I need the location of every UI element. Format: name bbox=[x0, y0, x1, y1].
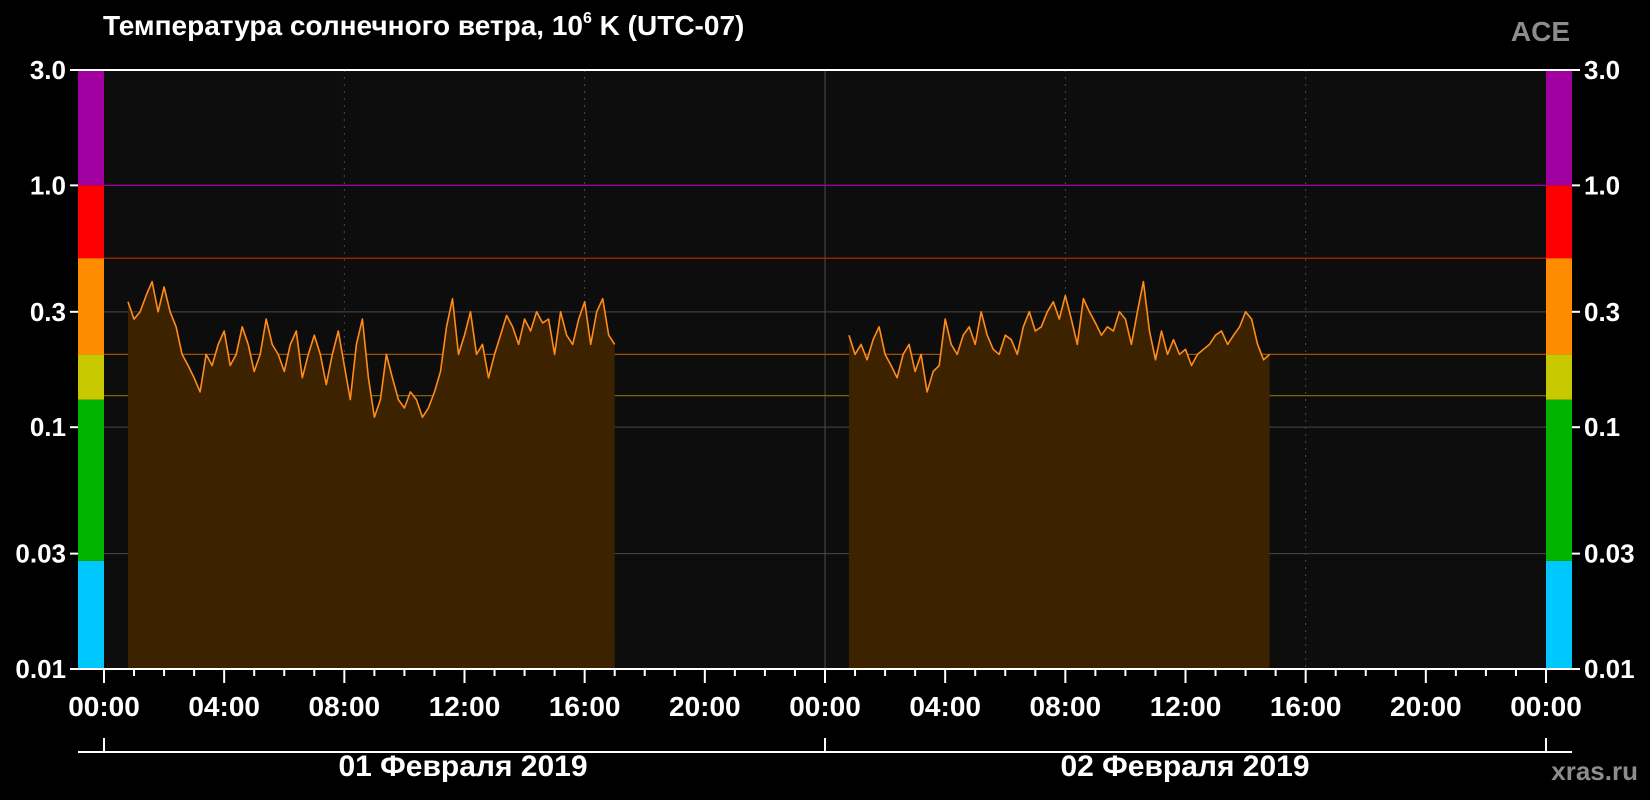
x-tick-label: 08:00 bbox=[1030, 691, 1102, 722]
x-tick-label: 00:00 bbox=[1510, 691, 1582, 722]
x-tick-label: 04:00 bbox=[909, 691, 981, 722]
y-tick-label-left: 3.0 bbox=[30, 55, 66, 85]
y-tick-label-left: 0.3 bbox=[30, 297, 66, 327]
scale-band-right bbox=[1546, 70, 1572, 186]
y-tick-label-right: 1.0 bbox=[1584, 170, 1620, 200]
x-tick-label: 08:00 bbox=[309, 691, 381, 722]
x-tick-label: 16:00 bbox=[1270, 691, 1342, 722]
x-tick-label: 00:00 bbox=[789, 691, 861, 722]
y-tick-label-left: 0.01 bbox=[15, 654, 66, 684]
y-tick-label-right: 3.0 bbox=[1584, 55, 1620, 85]
date-label-day1: 01 Февраля 2019 bbox=[338, 750, 588, 783]
scale-band-right bbox=[1546, 399, 1572, 561]
chart-canvas: 3.0 3.0 1.0 1.0 0.3 0.3 0.1 0.1 0.03 0.03 0.01 0.01… bbox=[15, 55, 1635, 753]
x-tick-label: 20:00 bbox=[1390, 691, 1462, 722]
y-tick-label-right: 0.3 bbox=[1584, 297, 1620, 327]
x-tick-label: 00:00 bbox=[68, 691, 140, 722]
scale-band-left bbox=[78, 185, 104, 259]
scale-band-left bbox=[78, 258, 104, 355]
site-label: xras.ru bbox=[1551, 756, 1638, 786]
x-tick-label: 16:00 bbox=[549, 691, 621, 722]
scale-band-left bbox=[78, 70, 104, 186]
x-tick-label: 04:00 bbox=[188, 691, 260, 722]
x-tick-label: 12:00 bbox=[429, 691, 501, 722]
y-tick-label-right: 0.01 bbox=[1584, 654, 1635, 684]
scale-band-right bbox=[1546, 354, 1572, 400]
y-tick-label-right: 0.03 bbox=[1584, 539, 1635, 569]
scale-band-right bbox=[1546, 560, 1572, 669]
y-tick-label-left: 0.03 bbox=[15, 539, 66, 569]
scale-band-right bbox=[1546, 258, 1572, 355]
x-tick-label: 12:00 bbox=[1150, 691, 1222, 722]
scale-band-left bbox=[78, 354, 104, 400]
x-tick-label: 20:00 bbox=[669, 691, 741, 722]
y-tick-label-left: 0.1 bbox=[30, 412, 66, 442]
scale-band-left bbox=[78, 560, 104, 669]
y-tick-label-right: 0.1 bbox=[1584, 412, 1620, 442]
y-tick-label-left: 1.0 bbox=[30, 170, 66, 200]
date-label-day2: 02 Февраля 2019 bbox=[1060, 750, 1310, 783]
scale-band-right bbox=[1546, 185, 1572, 259]
scale-band-left bbox=[78, 399, 104, 561]
